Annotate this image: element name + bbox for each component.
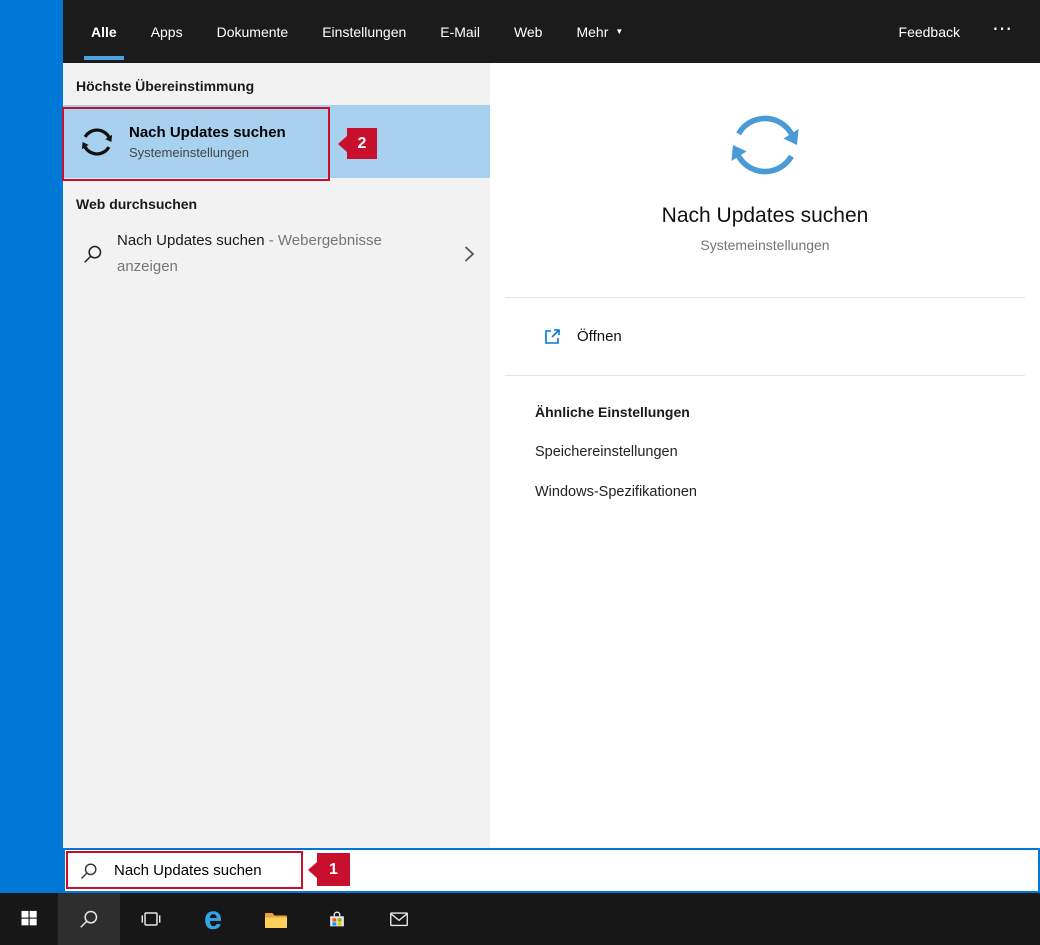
web-result-title: Nach Updates suchen [117, 232, 265, 249]
edge-browser-button[interactable]: e [182, 893, 244, 945]
start-button[interactable] [0, 893, 58, 945]
tab-email[interactable]: E-Mail [440, 0, 480, 63]
task-view-button[interactable] [120, 893, 182, 945]
web-result-text: Nach Updates suchen - Webergebnisse anze… [117, 228, 407, 280]
tab-einstellungen-label: Einstellungen [322, 23, 407, 40]
search-box[interactable] [63, 848, 1040, 893]
preview-title: Nach Updates suchen [661, 204, 869, 227]
tab-apps[interactable]: Apps [151, 0, 183, 63]
mail-icon [388, 908, 410, 930]
tab-mehr-label: Mehr [576, 23, 609, 40]
feedback-button[interactable]: Feedback [899, 24, 960, 40]
chevron-right-icon[interactable] [463, 244, 476, 264]
open-action[interactable]: Öffnen [490, 298, 1040, 375]
tab-dokumente-label: Dokumente [216, 23, 289, 40]
search-results-panel: Höchste Übereinstimmung Nach Updates suc… [63, 63, 490, 848]
windows-update-icon [79, 124, 115, 160]
tab-einstellungen[interactable]: Einstellungen [322, 0, 406, 63]
related-item-windows-specs[interactable]: Windows-Spezifikationen [535, 484, 1040, 500]
chevron-down-icon: ▼ [615, 26, 624, 36]
preview-subtitle: Systemeinstellungen [700, 237, 830, 253]
best-match-subtitle: Systemeinstellungen [129, 144, 249, 160]
best-match-result[interactable]: Nach Updates suchen Systemeinstellungen [63, 105, 490, 178]
preview-hero: Nach Updates suchen Systemeinstellungen [490, 63, 1040, 297]
open-label: Öffnen [577, 328, 622, 345]
file-explorer-icon [264, 908, 287, 930]
taskbar-search-button[interactable] [58, 893, 120, 945]
search-icon [82, 243, 104, 265]
search-icon [78, 908, 100, 930]
taskbar: e [0, 893, 1040, 945]
best-match-title: Nach Updates suchen [129, 123, 286, 141]
tab-alle-label: Alle [91, 23, 117, 40]
mail-button[interactable] [368, 893, 430, 945]
windows-update-icon-large [725, 105, 805, 185]
tab-alle[interactable]: Alle [84, 0, 124, 63]
file-explorer-button[interactable] [244, 893, 306, 945]
tab-web[interactable]: Web [514, 0, 543, 63]
task-view-icon [140, 908, 162, 930]
web-search-header: Web durchsuchen [76, 196, 198, 212]
tab-apps-label: Apps [150, 23, 183, 40]
web-search-result[interactable]: Nach Updates suchen - Webergebnisse anze… [63, 222, 490, 286]
tab-web-label: Web [513, 23, 543, 40]
search-icon [79, 861, 99, 881]
search-input[interactable] [114, 862, 614, 879]
best-match-header: Höchste Übereinstimmung [76, 78, 255, 94]
tab-email-label: E-Mail [440, 23, 480, 40]
preview-panel: Nach Updates suchen Systemeinstellungen … [490, 63, 1040, 848]
related-item-storage[interactable]: Speichereinstellungen [535, 444, 1040, 460]
related-settings: Ähnliche Einstellungen Speichereinstellu… [490, 376, 1040, 500]
tab-mehr[interactable]: Mehr ▼ [576, 0, 623, 63]
search-filter-bar: Alle Apps Dokumente Einstellungen E-Mail… [63, 0, 1040, 63]
windows-logo-icon [18, 908, 40, 930]
tab-dokumente[interactable]: Dokumente [217, 0, 289, 63]
related-settings-header: Ähnliche Einstellungen [535, 404, 690, 420]
search-tabs: Alle Apps Dokumente Einstellungen E-Mail… [63, 0, 657, 63]
best-match-text: Nach Updates suchen Systemeinstellungen [129, 124, 286, 160]
edge-icon: e [203, 898, 223, 936]
topbar-right: Feedback ⋯ [899, 0, 1040, 63]
open-icon [542, 327, 562, 347]
more-options-icon[interactable]: ⋯ [992, 19, 1014, 45]
store-icon [326, 908, 348, 930]
microsoft-store-button[interactable] [306, 893, 368, 945]
